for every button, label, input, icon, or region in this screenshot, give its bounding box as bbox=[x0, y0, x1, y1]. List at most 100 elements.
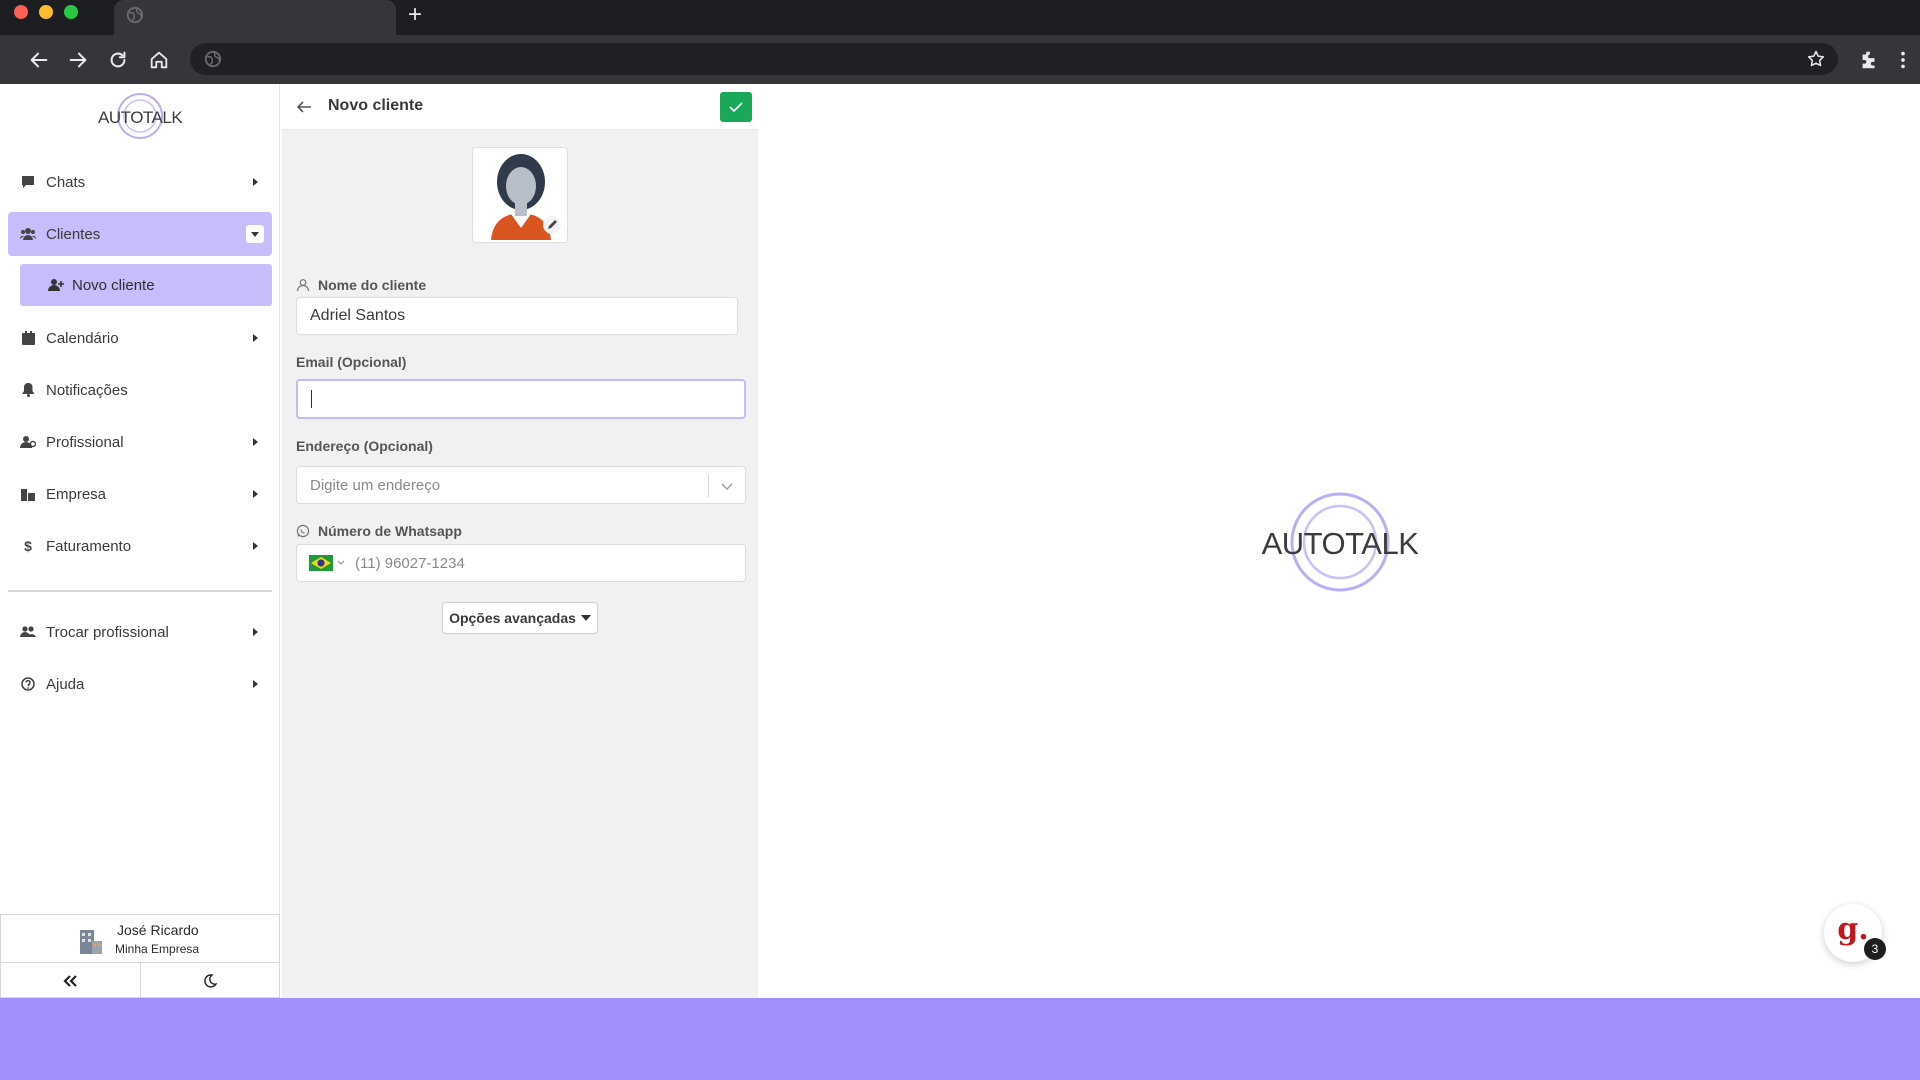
text-cursor bbox=[311, 390, 312, 408]
chevron-down-icon[interactable] bbox=[719, 478, 735, 494]
caret-right-icon[interactable] bbox=[246, 675, 264, 693]
minimize-window-button[interactable] bbox=[39, 5, 53, 19]
sidebar-item-calendario[interactable]: Calendário bbox=[8, 316, 272, 360]
sidebar-item-label: Faturamento bbox=[46, 537, 132, 555]
chat-widget-letter: g. bbox=[1837, 911, 1869, 947]
client-avatar[interactable] bbox=[472, 147, 568, 243]
caret-right-icon[interactable] bbox=[246, 173, 264, 191]
address-bar[interactable] bbox=[190, 43, 1838, 75]
select-divider bbox=[708, 475, 709, 497]
sidebar-item-chats[interactable]: Chats bbox=[8, 160, 272, 204]
main-logo-text: AUTOTALK bbox=[1261, 526, 1419, 561]
sidebar-item-label: Trocar profissional bbox=[46, 623, 169, 641]
chevron-down-icon[interactable] bbox=[337, 560, 345, 566]
email-label: Email (Opcional) bbox=[296, 354, 407, 370]
page-title: Novo cliente bbox=[328, 97, 424, 114]
dollar-icon: $ bbox=[24, 538, 32, 554]
sidebar-item-ajuda[interactable]: Ajuda bbox=[8, 662, 272, 706]
sidebar-item-label: Novo cliente bbox=[72, 276, 155, 294]
double-chevron-left-icon bbox=[63, 974, 78, 987]
sidebar-item-novo-cliente[interactable]: Novo cliente bbox=[20, 264, 272, 306]
email-input[interactable] bbox=[296, 379, 746, 419]
user-outline-icon bbox=[296, 279, 310, 292]
menu-dots-icon[interactable] bbox=[1892, 49, 1914, 71]
caret-right-icon[interactable] bbox=[246, 485, 264, 503]
current-user[interactable]: José Ricardo Minha Empresa bbox=[1, 915, 279, 963]
address-label: Endereço (Opcional) bbox=[296, 438, 433, 454]
user-plus-icon bbox=[48, 277, 64, 293]
panel-header: Novo cliente bbox=[282, 84, 758, 130]
user-tie-icon bbox=[20, 434, 36, 450]
sidebar-item-notificacoes[interactable]: Notificações bbox=[8, 368, 272, 412]
users-icon bbox=[20, 226, 36, 242]
address-placeholder: Digite um endereço bbox=[310, 476, 441, 494]
forward-icon[interactable] bbox=[67, 49, 89, 71]
caret-down-icon[interactable] bbox=[246, 225, 264, 243]
sidebar-item-label: Clientes bbox=[46, 225, 101, 243]
sidebar-item-trocar-profissional[interactable]: Trocar profissional bbox=[8, 610, 272, 654]
close-window-button[interactable] bbox=[14, 5, 28, 19]
caret-down-icon bbox=[580, 615, 591, 621]
moon-icon bbox=[203, 973, 218, 988]
caret-right-icon[interactable] bbox=[246, 623, 264, 641]
whatsapp-label-text: Número de Whatsapp bbox=[318, 523, 462, 539]
sidebar-divider bbox=[8, 590, 272, 592]
client-name-input[interactable]: Adriel Santos bbox=[296, 297, 738, 335]
back-arrow-icon[interactable] bbox=[296, 99, 312, 115]
sidebar-item-profissional[interactable]: Profissional bbox=[8, 420, 272, 464]
chat-badge: 3 bbox=[1864, 938, 1886, 960]
logo-text: AUTOTALK bbox=[98, 108, 183, 127]
whatsapp-label: Número de Whatsapp bbox=[296, 523, 462, 539]
globe-icon bbox=[204, 50, 222, 68]
bookmark-star-icon[interactable] bbox=[1806, 49, 1826, 69]
back-icon[interactable] bbox=[28, 49, 50, 71]
browser-tabbar: + bbox=[0, 0, 1920, 35]
whatsapp-icon bbox=[296, 524, 310, 538]
globe-icon bbox=[126, 6, 144, 24]
help-icon bbox=[20, 676, 36, 692]
company-building-icon bbox=[80, 930, 102, 954]
advanced-options-button[interactable]: Opções avançadas bbox=[442, 602, 598, 634]
name-label-text: Nome do cliente bbox=[318, 277, 427, 293]
sidebar-item-empresa[interactable]: Empresa bbox=[8, 472, 272, 516]
check-icon bbox=[729, 102, 743, 113]
caret-right-icon[interactable] bbox=[246, 537, 264, 555]
whatsapp-input[interactable]: (11) 96027-1234 bbox=[296, 544, 746, 582]
new-client-panel: Novo cliente Nome do cliente Adriel Sant… bbox=[282, 84, 758, 998]
brazil-flag-icon[interactable] bbox=[309, 555, 333, 571]
extensions-icon[interactable] bbox=[1858, 49, 1880, 71]
caret-right-icon[interactable] bbox=[246, 329, 264, 347]
client-name-value: Adriel Santos bbox=[310, 307, 406, 324]
edit-photo-pencil-icon[interactable] bbox=[543, 216, 561, 234]
dark-mode-toggle[interactable] bbox=[139, 963, 280, 998]
chat-widget-button[interactable]: g. 3 bbox=[1824, 904, 1886, 962]
sidebar-item-clientes[interactable]: Clientes bbox=[8, 212, 272, 256]
sidebar-item-label: Calendário bbox=[46, 329, 119, 347]
sidebar-item-label: Ajuda bbox=[46, 675, 85, 693]
browser-tab[interactable] bbox=[114, 0, 396, 35]
collapse-sidebar-button[interactable] bbox=[1, 963, 140, 998]
browser-toolbar bbox=[0, 35, 1920, 84]
maximize-window-button[interactable] bbox=[64, 5, 78, 19]
users-switch-icon bbox=[20, 624, 36, 640]
sidebar-item-faturamento[interactable]: $ Faturamento bbox=[8, 524, 272, 568]
autotalk-logo[interactable]: AUTOTALK bbox=[98, 90, 183, 142]
sidebar-nav: Chats Clientes Novo cliente Calendário N… bbox=[8, 160, 272, 714]
caret-right-icon[interactable] bbox=[246, 433, 264, 451]
app-window: AUTOTALK Chats Clientes Novo cliente Cal… bbox=[0, 84, 1920, 998]
new-tab-button[interactable]: + bbox=[408, 3, 422, 27]
sidebar-item-label: Chats bbox=[46, 173, 86, 191]
save-button[interactable] bbox=[720, 92, 752, 122]
name-label: Nome do cliente bbox=[296, 277, 426, 293]
reload-icon[interactable] bbox=[107, 49, 129, 71]
main-autotalk-logo: AUTOTALK bbox=[1258, 490, 1422, 594]
sidebar-item-label: Empresa bbox=[46, 485, 107, 503]
address-select[interactable]: Digite um endereço bbox=[296, 466, 746, 504]
building-icon bbox=[20, 486, 36, 502]
calendar-icon bbox=[20, 330, 36, 346]
user-name: José Ricardo bbox=[117, 922, 199, 938]
home-icon[interactable] bbox=[148, 49, 170, 71]
user-company: Minha Empresa bbox=[115, 942, 200, 956]
whatsapp-placeholder: (11) 96027-1234 bbox=[355, 554, 465, 572]
sidebar-item-label: Notificações bbox=[46, 381, 128, 399]
